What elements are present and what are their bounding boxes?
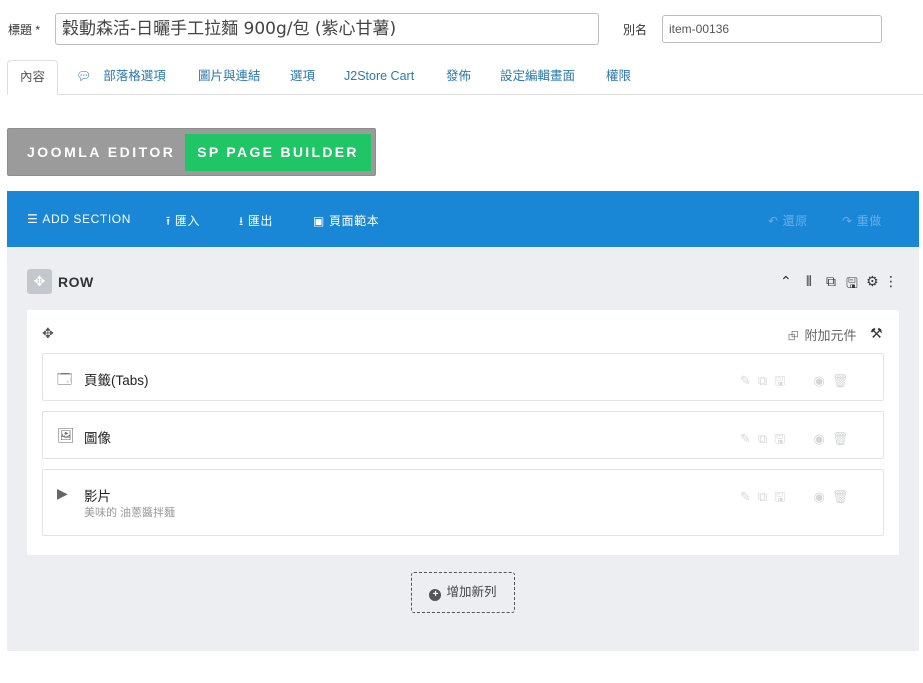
tab-label: 部落格選項 <box>103 69 166 83</box>
tab-editor-config[interactable]: 設定編輯畫面 <box>500 60 575 95</box>
addon-name: 圖像 <box>84 431 111 446</box>
column-move-handle[interactable]: ✥ <box>42 325 54 342</box>
trash-icon[interactable]: 🗑︎ <box>832 373 856 388</box>
trash-icon[interactable]: 🗑︎ <box>832 431 856 446</box>
comment-icon: 💬︎ <box>76 69 92 83</box>
row-title: ROW <box>58 274 94 290</box>
add-addon-icon: ⮺ <box>788 328 799 343</box>
undo-icon: ↶ <box>768 214 779 228</box>
tabs-icon: 🗔︎ <box>57 371 73 387</box>
addon-actions: ✎⧉🖫︎ ◉🗑︎ <box>740 488 855 510</box>
pencil-icon[interactable]: ✎ <box>740 431 758 446</box>
tab-permissions[interactable]: 權限 <box>606 60 631 95</box>
add-section-button[interactable]: ☰ ADD SECTION <box>27 212 131 226</box>
import-button[interactable]: ⭱ 匯入 <box>166 212 200 233</box>
addon-name: 影片 <box>84 489 111 504</box>
pencil-icon[interactable]: ✎ <box>740 489 758 504</box>
copy-icon: ⧉ <box>826 273 836 289</box>
move-icon: ✥ <box>42 325 54 341</box>
plus-circle-icon: + <box>429 589 442 601</box>
chevron-up-icon: ⌃ <box>780 273 792 289</box>
export-button[interactable]: ⭳ 匯出 <box>239 212 273 233</box>
upload-icon: ⭱ <box>166 214 171 228</box>
pencil-icon[interactable]: ✎ <box>740 373 758 388</box>
video-icon: ▶︎ <box>57 485 68 501</box>
row-more-button[interactable]: ⋮ <box>884 273 898 290</box>
copy-icon[interactable]: ⧉ <box>758 431 774 446</box>
save-row-button[interactable]: 🖫︎ <box>846 273 858 297</box>
image-icon: 🖼︎ <box>57 427 75 443</box>
eye-icon[interactable]: ◉ <box>814 373 832 388</box>
eye-icon[interactable]: ◉ <box>814 489 832 504</box>
trash-icon[interactable]: 🗑︎ <box>832 489 856 504</box>
add-section-icon: ☰ <box>27 212 39 226</box>
row-move-handle[interactable]: ✥ <box>27 269 52 294</box>
tools-icon: ⚒︎ <box>870 325 883 341</box>
tab-content[interactable]: 內容 <box>7 60 59 95</box>
export-label: 匯出 <box>247 214 274 228</box>
duplicate-row-button[interactable]: ⧉ <box>826 273 836 290</box>
sp-page-builder-button[interactable]: SP PAGE BUILDER <box>185 134 371 171</box>
copy-icon[interactable]: ⧉ <box>758 373 774 388</box>
tab-publishing[interactable]: 發佈 <box>446 60 471 95</box>
redo-icon: ↷ <box>842 214 853 228</box>
alias-label: 別名 <box>623 23 648 37</box>
collapse-row-button[interactable]: ⌃ <box>780 273 792 290</box>
columns-icon: ⫴ <box>806 273 812 289</box>
title-input[interactable]: 穀動森活-日曬手工拉麵 900g/包 (紫心甘薯) <box>55 13 599 45</box>
download-icon: ⭳ <box>239 214 244 228</box>
redo-label: 重做 <box>856 214 882 228</box>
joomla-editor-button[interactable]: JOOMLA EDITOR <box>19 144 175 160</box>
joomla-editor-label: JOOMLA EDITOR <box>27 144 176 160</box>
title-label: 標題 * <box>8 23 41 37</box>
add-addon-label: 附加元件 <box>804 328 857 343</box>
eye-icon[interactable]: ◉ <box>814 431 832 446</box>
save-icon[interactable]: 🖫︎ <box>774 489 792 504</box>
tab-images-links[interactable]: 圖片與連結 <box>198 60 261 95</box>
more-vertical-icon: ⋮ <box>884 273 898 289</box>
redo-button[interactable]: ↷ 重做 <box>842 212 882 229</box>
addon-name: 頁籤(Tabs) <box>84 373 149 388</box>
save-icon[interactable]: 🖫︎ <box>774 373 792 388</box>
add-addon-button[interactable]: ⮺ 附加元件 <box>788 325 857 349</box>
add-column-button[interactable]: ⫴ <box>806 273 812 290</box>
move-icon: ✥ <box>33 273 46 289</box>
column-settings-button[interactable]: ⚒︎ <box>870 325 883 342</box>
tab-blog-options[interactable]: 💬︎ 部落格選項 <box>76 60 166 95</box>
save-icon: 🖫︎ <box>846 275 858 291</box>
addon-actions: ✎⧉🖫︎ ◉🗑︎ <box>740 430 855 452</box>
undo-label: 還原 <box>782 214 808 228</box>
row-settings-button[interactable]: ⚙︎ <box>866 273 879 290</box>
add-new-row-button[interactable]: + 增加新列 <box>411 572 515 613</box>
save-icon[interactable]: 🖫︎ <box>774 431 792 446</box>
tab-j2store-cart[interactable]: J2Store Cart <box>344 60 414 95</box>
page-templates-label: 頁面範本 <box>328 214 380 228</box>
page-templates-button[interactable]: ▣ 頁面範本 <box>313 212 379 229</box>
gear-icon: ⚙︎ <box>866 273 879 289</box>
import-label: 匯入 <box>174 214 201 228</box>
addon-description: 美味的 油蔥醬拌麵 <box>84 507 176 519</box>
copy-icon[interactable]: ⧉ <box>758 489 774 504</box>
undo-button[interactable]: ↶ 還原 <box>768 212 808 229</box>
addon-actions: ✎⧉🖫︎ ◉🗑︎ <box>740 372 855 394</box>
template-icon: ▣ <box>313 214 325 228</box>
tab-options[interactable]: 選項 <box>290 60 315 95</box>
add-new-row-label: 增加新列 <box>446 585 497 599</box>
alias-input[interactable]: item-00136 <box>662 15 882 43</box>
add-section-label: ADD SECTION <box>42 212 131 226</box>
